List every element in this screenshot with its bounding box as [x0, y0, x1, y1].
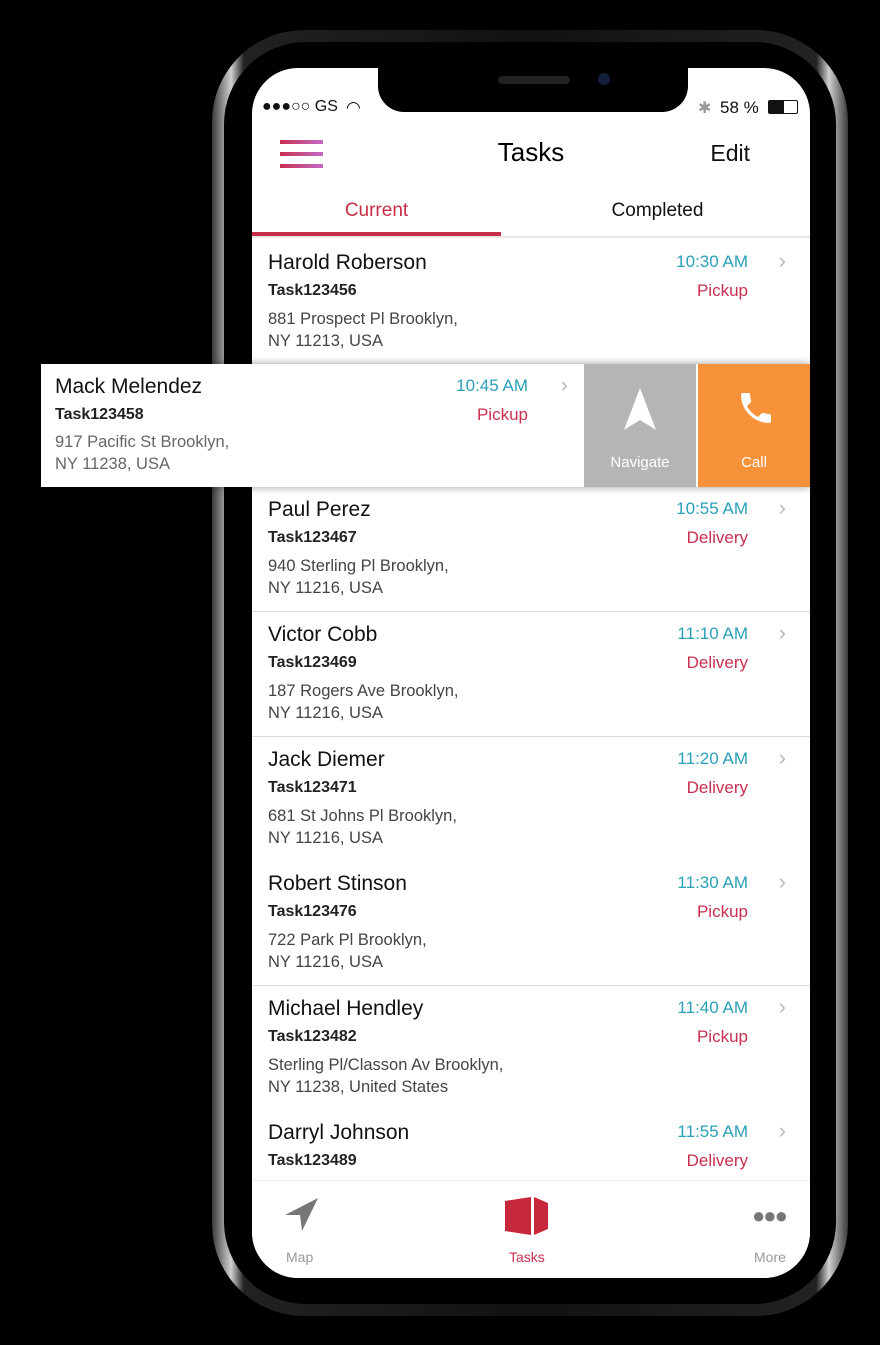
edit-button[interactable]: Edit: [710, 140, 750, 167]
screen: ●●●○○ GS ◠ ✱ 58 % Tasks Edit Current Com…: [252, 68, 810, 1278]
task-id: Task123489: [268, 1152, 357, 1169]
task-time: 10:55 AM: [676, 499, 748, 518]
address-line-1: 881 Prospect Pl Brooklyn,: [268, 310, 458, 328]
chevron-right-icon: ›: [778, 495, 786, 520]
task-time: 10:30 AM: [676, 252, 748, 271]
address: 881 Prospect Pl Brooklyn, NY 11213, USA: [268, 308, 458, 352]
address: 187 Rogers Ave Brooklyn, NY 11216, USA: [268, 680, 458, 724]
chevron-right-icon: ›: [778, 1118, 786, 1143]
tab-divider: [252, 236, 810, 238]
address-line-1: 187 Rogers Ave Brooklyn,: [268, 682, 459, 700]
chevron-right-icon: ›: [778, 620, 786, 645]
battery-icon: [768, 100, 798, 114]
tabbar-label-map: Map: [286, 1249, 314, 1265]
chevron-right-icon: ›: [778, 994, 786, 1019]
task-row[interactable]: Jack Diemer Task123471 681 St Johns Pl B…: [252, 737, 810, 862]
address-line-1: 917 Pacific St Brooklyn,: [55, 433, 230, 451]
call-button[interactable]: Call: [698, 364, 810, 487]
address-line-2: NY 11216, USA: [268, 579, 383, 597]
task-row[interactable]: Paul Perez Task123467 940 Sterling Pl Br…: [252, 487, 810, 612]
address-line-2: NY 11238, United States: [268, 1078, 449, 1096]
address: 722 Park Pl Brooklyn, NY 11216, USA: [268, 929, 427, 973]
address: 940 Sterling Pl Brooklyn, NY 11216, USA: [268, 555, 449, 599]
task-time: 10:45 AM: [456, 376, 528, 395]
task-time: 11:10 AM: [677, 624, 748, 643]
address: Sterling Pl/Classon Av Brooklyn, NY 11238…: [268, 1054, 503, 1098]
task-id: Task123458: [55, 406, 144, 423]
tab-completed[interactable]: Completed: [533, 200, 782, 222]
tabbar-label-tasks: Tasks: [509, 1249, 545, 1265]
task-id: Task123469: [268, 654, 357, 671]
customer-name: Harold Roberson: [268, 251, 427, 274]
task-row[interactable]: Victor Cobb Task123469 187 Rogers Ave Br…: [252, 612, 810, 737]
address-line-1: 722 Park Pl Brooklyn,: [268, 931, 427, 949]
task-type: Delivery: [686, 528, 748, 547]
tabbar-item-more[interactable]: ●●● More: [744, 1181, 804, 1278]
address-line-1: 940 Sterling Pl Brooklyn,: [268, 557, 449, 575]
more-dots-icon: ●●●: [752, 1203, 788, 1228]
task-time: 11:55 AM: [677, 1122, 748, 1141]
task-type: Pickup: [696, 281, 748, 300]
notch: [378, 68, 688, 112]
task-id: Task123476: [268, 903, 357, 920]
task-time: 11:30 AM: [677, 873, 748, 892]
task-row[interactable]: Harold Roberson Task123456 881 Prospect …: [252, 240, 810, 365]
task-id: Task123456: [268, 282, 357, 299]
box-icon: [505, 1197, 548, 1235]
customer-name: Mack Melendez: [55, 375, 203, 398]
task-row[interactable]: Robert Stinson Task123476 722 Park Pl Br…: [252, 861, 810, 986]
task-type: Pickup: [696, 1027, 748, 1046]
customer-name: Jack Diemer: [268, 748, 385, 771]
task-id: Task123471: [268, 779, 357, 796]
address-line-2: NY 11216, USA: [268, 704, 383, 722]
address-line-2: NY 11216, USA: [268, 953, 383, 971]
chevron-right-icon: ›: [778, 248, 786, 273]
phone-icon: [741, 393, 771, 423]
wifi-icon: ◠: [346, 98, 361, 117]
task-type: Delivery: [686, 1151, 748, 1170]
customer-name: Darryl Johnson: [268, 1121, 410, 1144]
navigate-button[interactable]: Navigate: [584, 364, 696, 487]
address-line-1: 681 St Johns Pl Brooklyn,: [268, 807, 457, 825]
address: 917 Pacific St Brooklyn, NY 11238, USA: [55, 431, 229, 475]
tabbar-item-tasks[interactable]: Tasks: [497, 1181, 557, 1278]
swiped-task-row[interactable]: Mack Melendez Task123458 917 Pacific St …: [41, 364, 810, 487]
navigation-arrow-icon: [285, 1198, 318, 1231]
navigate-label: Navigate: [610, 454, 670, 471]
task-type: Delivery: [686, 778, 748, 797]
call-label: Call: [741, 454, 767, 471]
address-line-2: NY 11238, USA: [55, 455, 170, 473]
address-line-1: Sterling Pl/Classon Av Brooklyn,: [268, 1056, 504, 1074]
task-id: Task123482: [268, 1028, 357, 1045]
task-row[interactable]: Michael Hendley Task123482 Sterling Pl/C…: [252, 986, 810, 1111]
task-type: Pickup: [696, 902, 748, 921]
task-type: Delivery: [686, 653, 748, 672]
tabbar-item-map[interactable]: Map: [272, 1181, 332, 1278]
chevron-right-icon: ›: [778, 745, 786, 770]
tabbar-label-more: More: [754, 1249, 786, 1265]
chevron-right-icon: ›: [778, 869, 786, 894]
navigate-icon: [624, 388, 656, 430]
task-time: 11:20 AM: [677, 749, 748, 768]
chevron-right-icon: ›: [560, 372, 568, 397]
task-type: Pickup: [476, 405, 528, 424]
battery-percent: 58 %: [720, 98, 759, 117]
customer-name: Robert Stinson: [268, 872, 407, 895]
tab-bar: Map Tasks ●●● More: [252, 1180, 810, 1278]
address-line-2: NY 11213, USA: [268, 332, 383, 350]
tab-current[interactable]: Current: [252, 200, 501, 222]
task-id: Task123467: [268, 529, 357, 546]
customer-name: Victor Cobb: [268, 623, 378, 646]
address: 681 St Johns Pl Brooklyn, NY 11216, USA: [268, 805, 457, 849]
task-time: 11:40 AM: [677, 998, 748, 1017]
active-tab-indicator: [252, 232, 501, 236]
customer-name: Michael Hendley: [268, 997, 424, 1020]
customer-name: Paul Perez: [268, 498, 371, 521]
bluetooth-icon: ✱: [698, 100, 712, 117]
carrier-signal: ●●●○○ GS: [262, 98, 338, 115]
address-line-2: NY 11216, USA: [268, 829, 383, 847]
